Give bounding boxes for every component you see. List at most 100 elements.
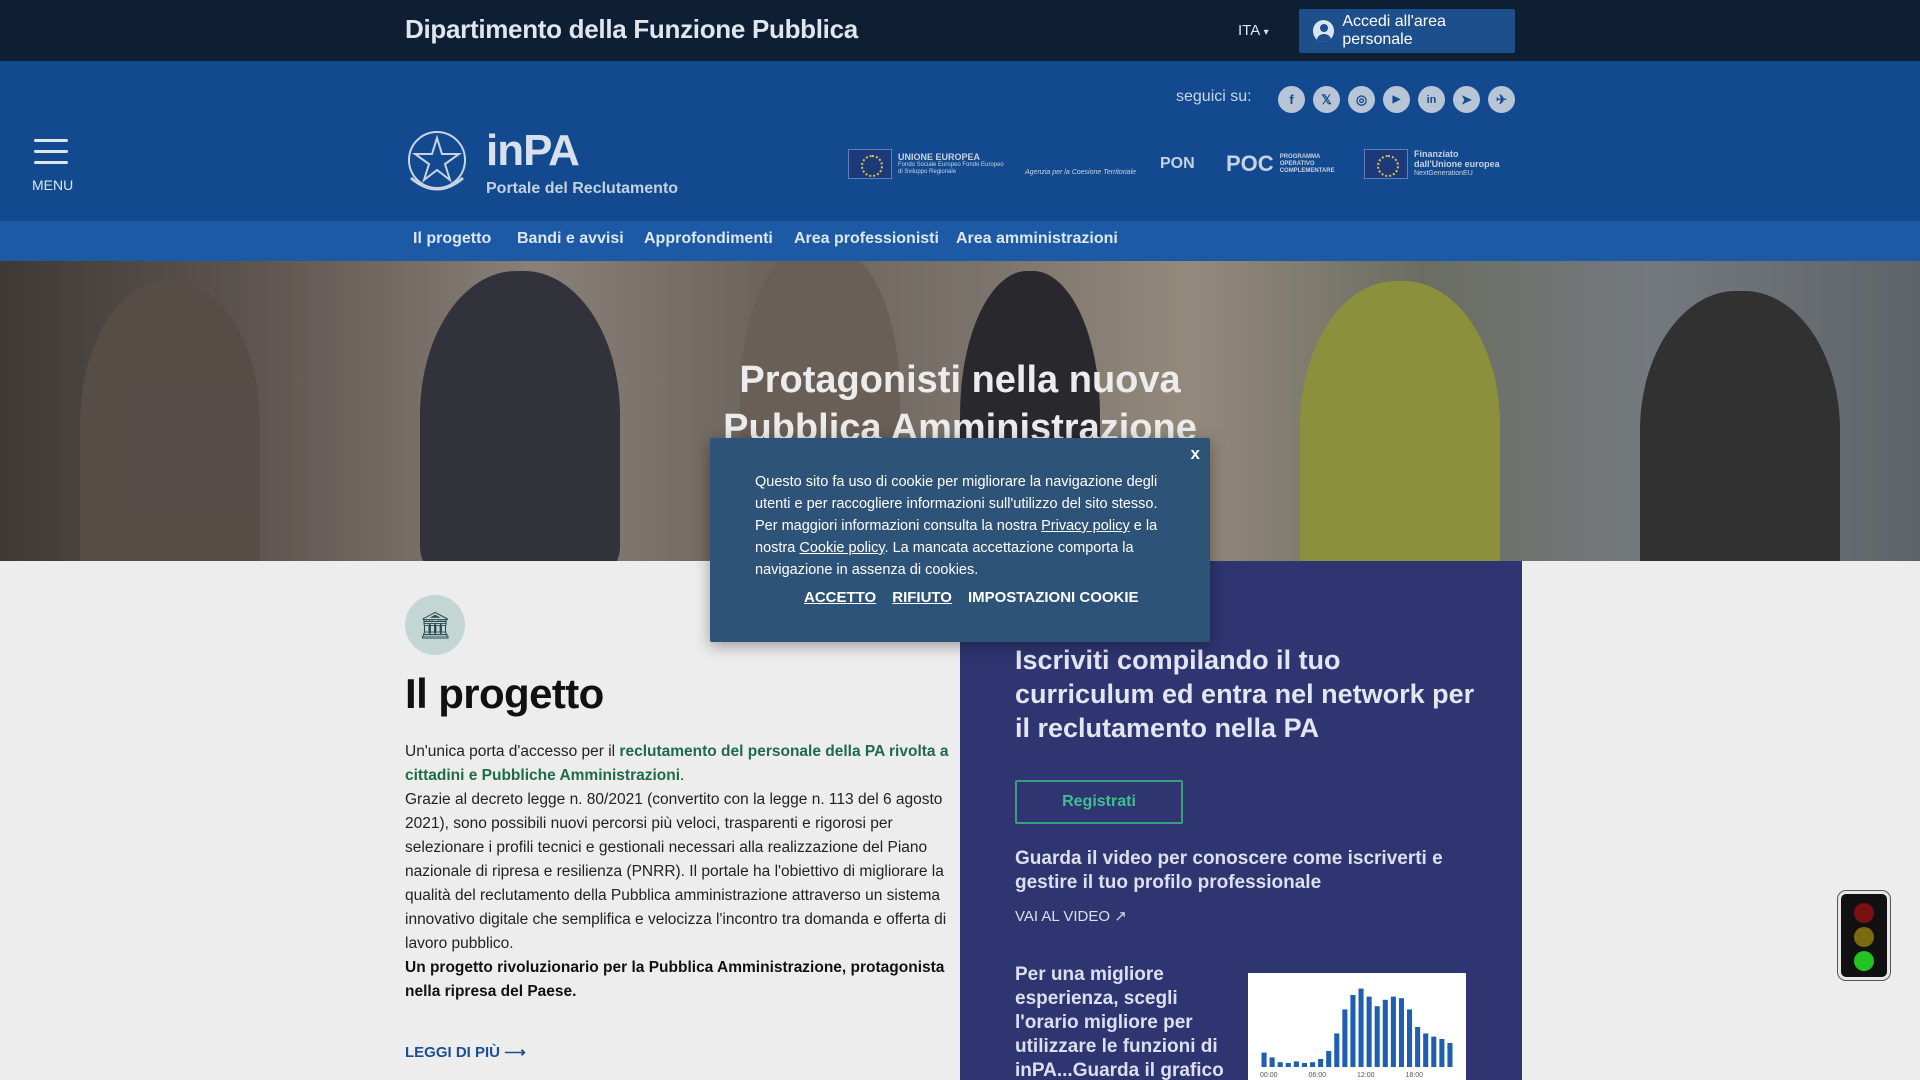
nav-item-approfondimenti[interactable]: Approfondimenti [644, 230, 773, 248]
project-description: Un'unica porta d'accesso per il reclutam… [405, 740, 950, 1004]
traffic-light-widget[interactable] [1838, 891, 1890, 980]
chart-bar [1398, 998, 1404, 1067]
hamburger-icon [34, 139, 68, 142]
pon-logo: PON [1160, 146, 1195, 182]
experience-text: Per una migliore esperienza, scegli l'or… [1015, 964, 1224, 1080]
language-label: ITA [1238, 22, 1260, 39]
external-link-icon: ↗ [1114, 908, 1127, 925]
chart-bar [1269, 1057, 1275, 1067]
x-icon[interactable]: 𝕏 [1313, 86, 1340, 113]
chart-bar [1318, 1059, 1324, 1067]
hamburger-bar [34, 161, 68, 164]
nav-item-il-progetto[interactable]: Il progetto [413, 230, 491, 248]
read-more-label: LEGGI DI PIÙ [405, 1044, 501, 1061]
chart-tick-label: 12:00 [1357, 1072, 1375, 1079]
chart-bar [1285, 1063, 1291, 1067]
chart-bar [1350, 995, 1356, 1067]
chart-bar [1407, 1009, 1413, 1067]
instagram-icon[interactable]: ◎ [1348, 86, 1375, 113]
agency-logo: Agenzia per la Coesione Territoriale [1025, 146, 1145, 182]
ngeu-logo-subtitle: NextGenerationEU [1414, 170, 1473, 177]
chart-bar [1261, 1052, 1267, 1067]
chart-bar [1342, 1009, 1348, 1067]
chart-bar [1390, 996, 1396, 1067]
green-light-icon [1854, 951, 1874, 971]
project-body: Grazie al decreto legge n. 80/2021 (conv… [405, 791, 947, 952]
reject-cookies-button[interactable]: RIFIUTO [892, 589, 952, 606]
red-light-icon [1854, 903, 1874, 923]
nav-item-bandi-e-avvisi[interactable]: Bandi e avvisi [517, 230, 624, 248]
poc-logo: POC PROGRAMMA OPERATIVO COMPLEMENTARE [1226, 146, 1340, 182]
login-label: Accedi all'area personale [1342, 13, 1446, 48]
chart-bar [1447, 1043, 1453, 1067]
privacy-policy-link[interactable]: Privacy policy [1041, 518, 1130, 534]
menu-button[interactable]: MENU [32, 137, 73, 193]
video-link-label: VAI AL VIDEO [1015, 908, 1111, 925]
usage-chart[interactable]: 00:00 06:00 12:00 18:00 [1248, 973, 1466, 1080]
chart-bar [1334, 1033, 1340, 1067]
youtube-icon[interactable]: ▶ [1383, 86, 1410, 113]
chart-bar [1415, 1027, 1421, 1067]
user-icon [1313, 20, 1335, 42]
chart-bar [1382, 999, 1388, 1067]
video-link[interactable]: VAI AL VIDEO ↗ [1015, 907, 1127, 925]
follow-label: seguici su: [1176, 88, 1252, 105]
linkedin-icon[interactable]: in [1418, 86, 1445, 113]
chart-bar [1326, 1051, 1332, 1067]
eu-flag-icon [848, 149, 892, 179]
department-title[interactable]: Dipartimento della Funzione Pubblica [405, 14, 858, 45]
menu-label: MENU [32, 177, 74, 193]
pon-logo-text: PON [1160, 155, 1195, 172]
chart-tick-label: 06:00 [1309, 1072, 1327, 1079]
chart-bar [1310, 1062, 1316, 1067]
chart-bar [1423, 1033, 1429, 1067]
header: MENU [0, 61, 1920, 221]
airplane-icon[interactable]: ✈ [1488, 86, 1515, 113]
signup-title: Iscriviti compilando il tuo curriculum e… [1015, 645, 1475, 743]
arrow-right-icon: ⟶ [504, 1044, 526, 1061]
institution-icon: 🏛 [405, 595, 465, 655]
ngeu-logo-title: Finanziato dall'Unione europea [1414, 149, 1500, 169]
chart-bar [1301, 1063, 1307, 1067]
nav-item-area-professionisti[interactable]: Area professionisti [794, 230, 939, 248]
language-selector[interactable]: ITA ▾ [1238, 22, 1269, 39]
eu-flag-icon [1364, 149, 1408, 179]
facebook-icon[interactable]: f [1278, 86, 1305, 113]
chart-bar [1358, 988, 1364, 1067]
accept-cookies-button[interactable]: ACCETTO [804, 589, 876, 606]
read-more-link[interactable]: LEGGI DI PIÙ ⟶ [405, 1043, 526, 1061]
republic-emblem-icon [408, 131, 466, 191]
chart-bar [1366, 996, 1372, 1067]
cookie-policy-link[interactable]: Cookie policy [799, 540, 884, 556]
chart-tick-label: 18:00 [1406, 1072, 1424, 1079]
chart-bar [1293, 1061, 1299, 1067]
video-text: Guarda il video per conoscere come iscri… [1015, 848, 1443, 893]
eu-fse-logo: UNIONE EUROPEA Fondo Sociale Europeo Fon… [848, 146, 1008, 182]
agency-logo-text: Agenzia per la Coesione Territoriale [1025, 169, 1137, 176]
brand-name[interactable]: inPA [486, 126, 580, 176]
chart-bar [1431, 1036, 1437, 1067]
chart-bar [1374, 1006, 1380, 1067]
chart-tick-label: 00:00 [1260, 1072, 1278, 1079]
cookie-banner: x Questo sito fa uso di cookie per migli… [710, 438, 1210, 642]
poc-logo-text: POC [1226, 151, 1274, 176]
close-icon[interactable]: x [1191, 444, 1200, 464]
register-button[interactable]: Registrati [1015, 780, 1183, 824]
cookie-settings-button[interactable]: IMPOSTAZIONI COOKIE [968, 589, 1139, 606]
cookie-message: Questo sito fa uso di cookie per miglior… [755, 471, 1167, 581]
telegram-icon[interactable]: ➤ [1453, 86, 1480, 113]
project-closing: Un progetto rivoluzionario per la Pubbli… [405, 959, 945, 1000]
project-intro-end: . [680, 767, 685, 784]
login-button[interactable]: Accedi all'area personale [1299, 9, 1515, 53]
chevron-down-icon: ▾ [1263, 27, 1269, 38]
chart-bar [1439, 1039, 1445, 1067]
top-bar: Dipartimento della Funzione Pubblica ITA… [0, 0, 1920, 61]
eu-logo-subtitle: Fondo Sociale Europeo Fondo Europeo di S… [898, 162, 1004, 175]
cookie-actions: ACCETTO RIFIUTO IMPOSTAZIONI COOKIE [804, 589, 1139, 606]
project-intro: Un'unica porta d'accesso per il [405, 743, 620, 760]
eu-logo-title: UNIONE EUROPEA [898, 152, 981, 162]
nav-item-area-amministrazioni[interactable]: Area amministrazioni [956, 230, 1118, 248]
chart-bar [1277, 1062, 1283, 1067]
brand-subtitle: Portale del Reclutamento [486, 180, 679, 197]
poc-logo-subtitle: PROGRAMMA OPERATIVO COMPLEMENTARE [1279, 153, 1335, 174]
